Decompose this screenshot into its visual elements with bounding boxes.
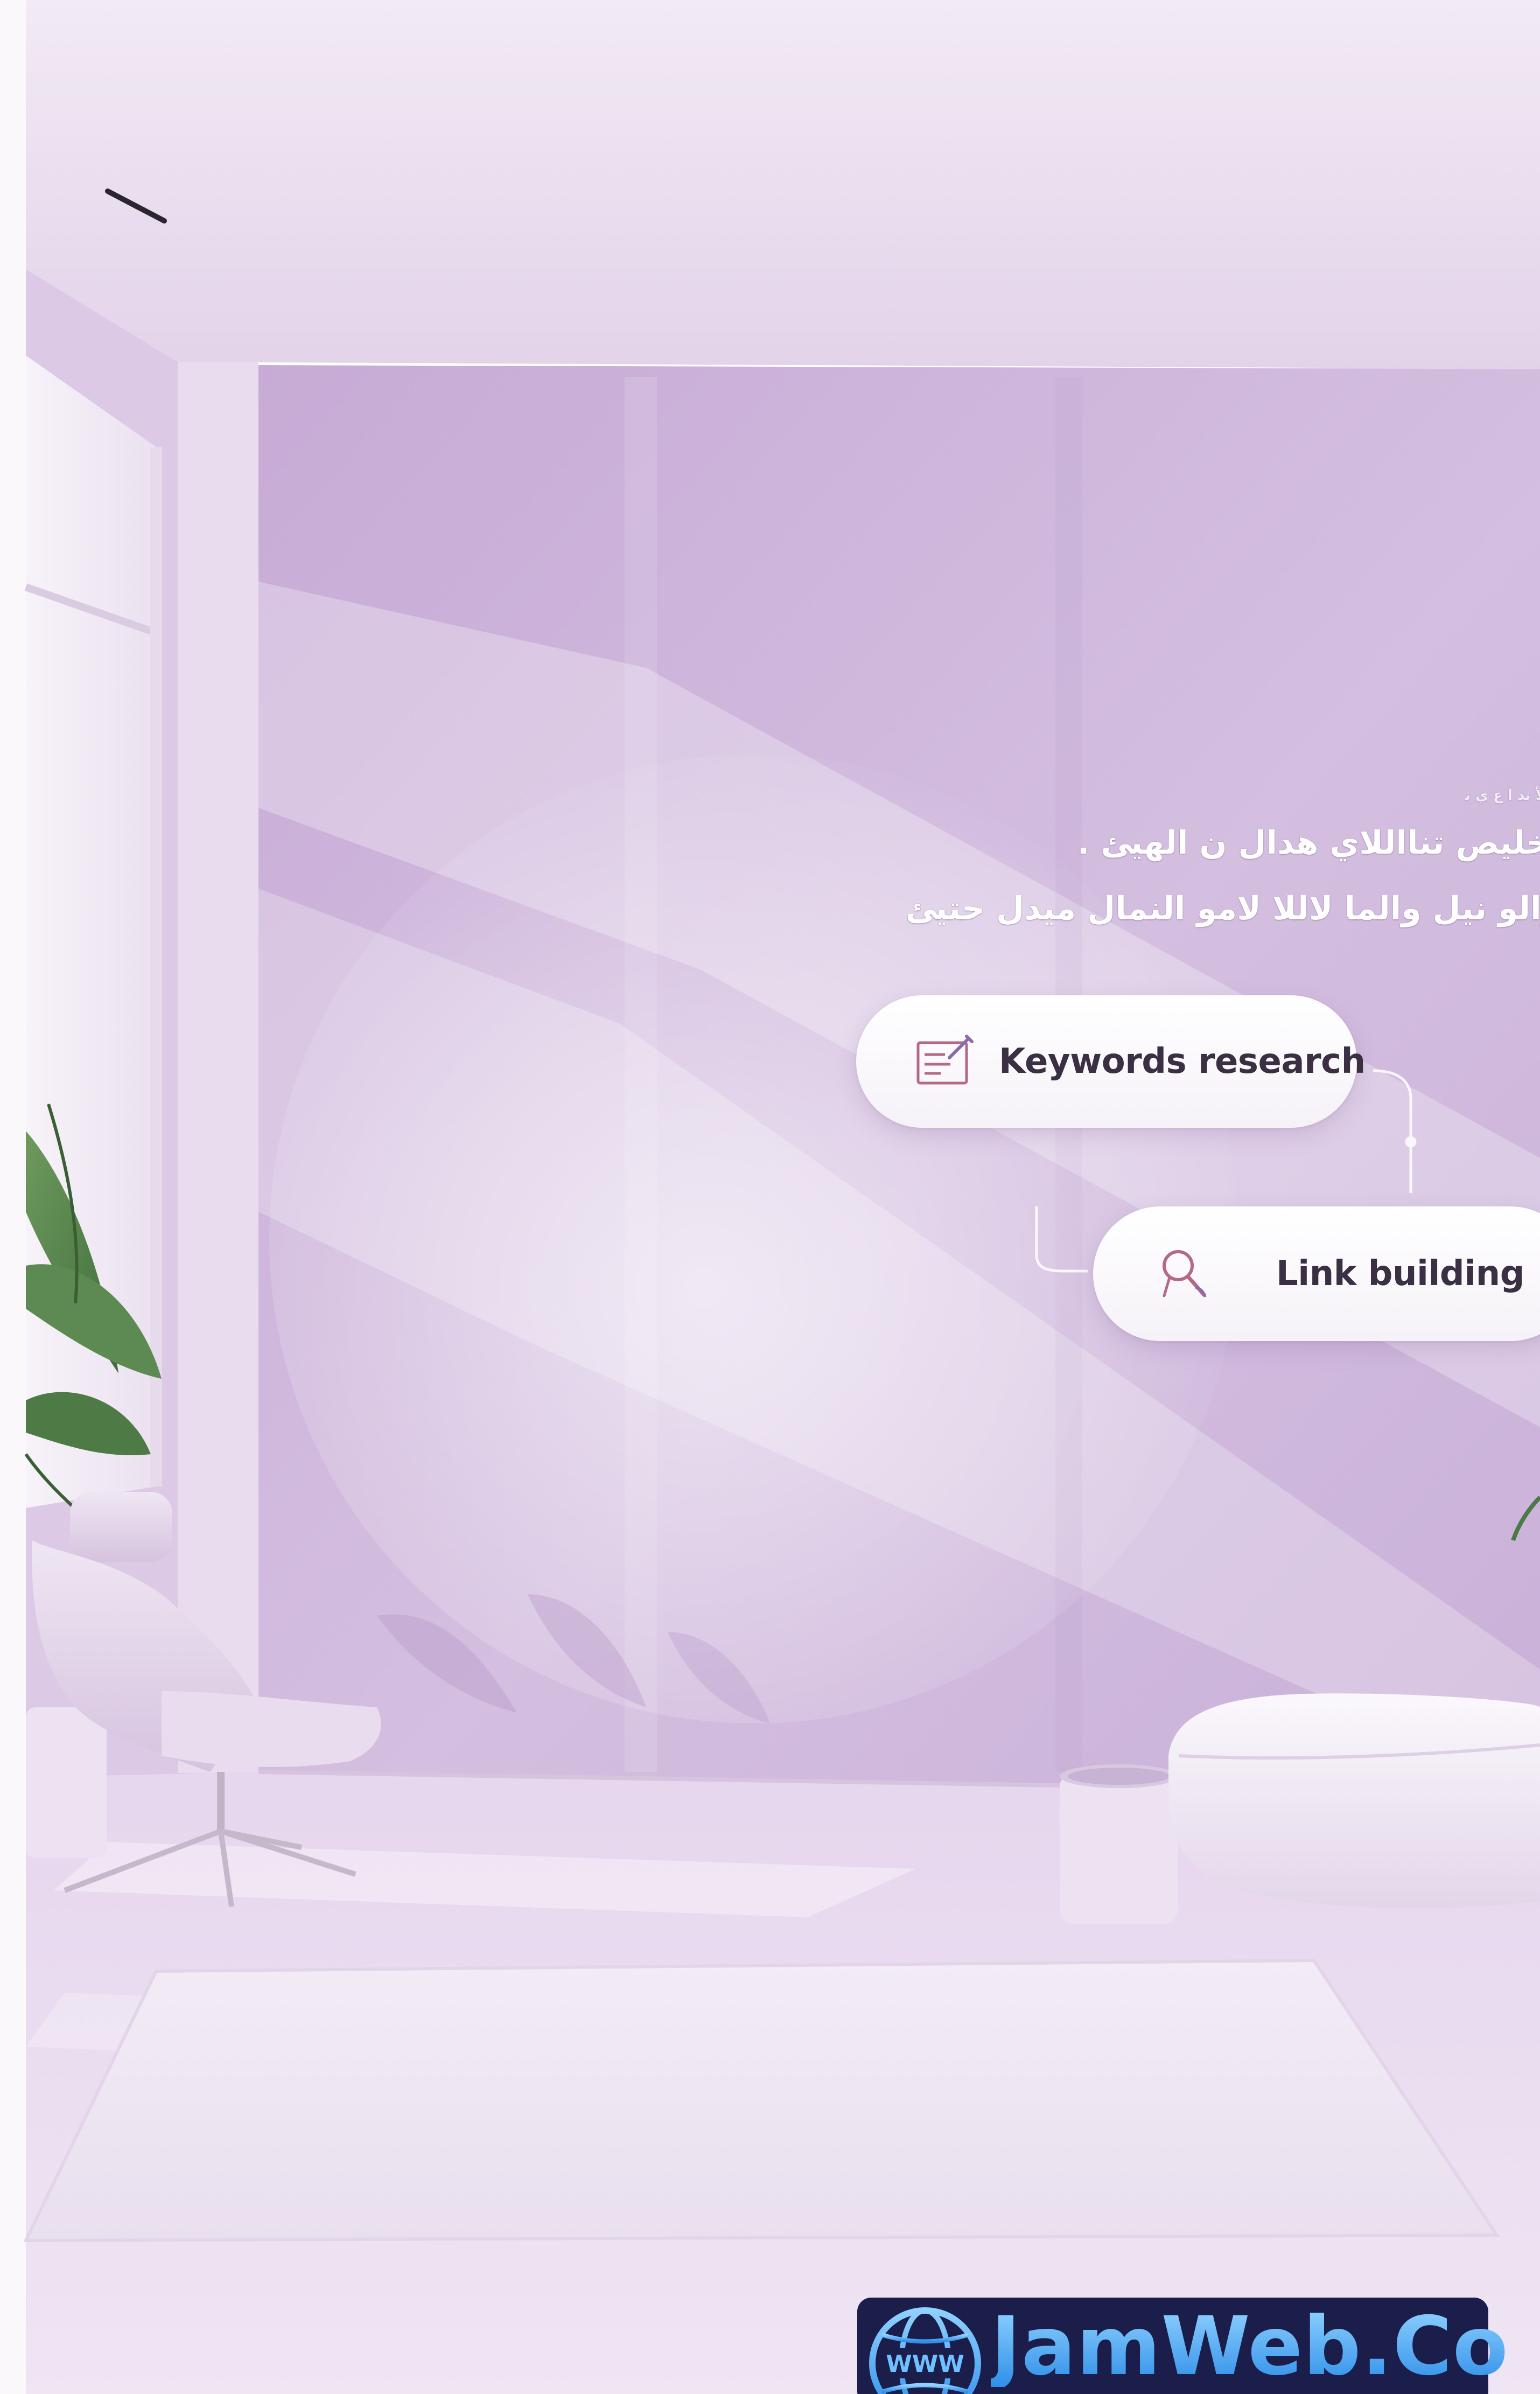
wall-pillar: [178, 362, 258, 1773]
magnifier-icon: [1163, 1250, 1207, 1297]
globe-www-text: WWW: [886, 2350, 964, 2378]
side-table: [1060, 1764, 1178, 1924]
keywords-research-label: Keywords research: [999, 1042, 1366, 1081]
wall-text-line-2: ﻭﺍﻟﻮ ﻧﻴﻞ ﻭﺍﻟﻤﺎ ﻻﻟﻼ ﻟﺎﻣﻮ ﺍﻟﻨﻤﺎﻝ ﻣﻴﺪﻝ ﺣﺘﻴﺊ: [905, 890, 1540, 927]
document-edit-icon: [916, 1035, 974, 1085]
ceiling: [26, 0, 1540, 369]
keywords-research-pill[interactable]: Keywords research: [856, 995, 1366, 1128]
globe-icon: WWW: [869, 2307, 981, 2394]
logo-text: JamWeb.Co: [991, 2300, 1509, 2393]
pouf: [1168, 1693, 1540, 1909]
link-building-pill[interactable]: Link building: [1093, 1206, 1540, 1341]
room-illustration: [0, 0, 1540, 2394]
plant-pot: [26, 1707, 107, 1858]
wall-caption-small: ﺍﻷ ﻧﺪ ﺍ ﻉ ﻱ ﻧ: [1465, 787, 1540, 804]
wall-text-line-1: ﺗﺨﻠﻴﺺ ﺗﻨﺎﺍﻟﻼﻱ ﻫﺪﺍﻝ ﻥ ﺍﻟﻬﻴﺊ .: [1077, 824, 1540, 862]
left-margin: [0, 0, 26, 2394]
link-building-label: Link building: [1276, 1254, 1525, 1294]
jamweb-logo[interactable]: WWW JamWeb.Co: [857, 2298, 1508, 2394]
rug: [26, 1960, 1497, 2241]
room-scene: ﺍﻷ ﻧﺪ ﺍ ﻉ ﻱ ﻧ ﺗﺨﻠﻴﺺ ﺗﻨﺎﺍﻟﻼﻱ ﻫﺪﺍﻝ ﻥ ﺍﻟﻬﻴﺊ…: [0, 0, 1540, 2394]
